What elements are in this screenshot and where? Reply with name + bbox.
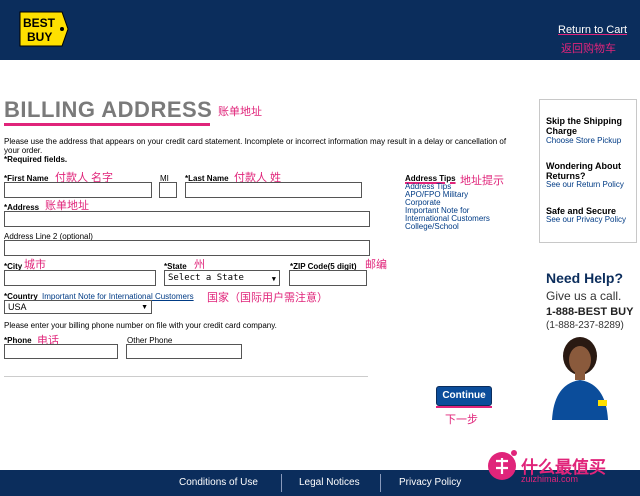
title-underline [4,123,210,126]
last-name-input[interactable] [185,182,362,198]
continue-underline [436,406,492,408]
phone-input[interactable] [4,344,118,359]
help-phone-digits: (1-888-237-8289) [546,320,624,331]
help-phone: 1-888-BEST BUY [546,306,634,318]
conditions-of-use-link[interactable]: Conditions of Use [179,477,258,488]
country-select[interactable]: USA ▼ [4,300,152,314]
zip-annotation: 邮编 [365,259,387,271]
tip-link-college[interactable]: College/School [405,222,459,231]
city-input[interactable] [4,270,156,286]
shipping-title-line1: Skip the Shipping [546,116,622,126]
address-input[interactable] [4,211,370,227]
country-annotation: 国家（国际用户需注意） [207,292,328,304]
footer-separator [281,474,282,492]
phone-note: Please enter your billing phone number o… [4,321,277,330]
need-help-subtitle: Give us a call. [546,289,622,303]
return-to-cart-annotation: 返回购物车 [561,43,616,55]
state-select-value: Select a State [168,273,244,283]
chevron-down-icon: ▼ [271,275,276,283]
need-help-title: Need Help? [546,270,624,286]
logo-text-buy: BUY [27,30,52,44]
address-line2-input[interactable] [4,240,370,256]
logo-text-best: BEST [23,16,56,30]
zip-input[interactable] [289,270,367,286]
continue-button[interactable]: Continue [436,386,492,406]
best-buy-logo[interactable]: BEST BUY [18,10,70,48]
form-divider [4,376,368,377]
support-agent-photo [548,336,612,420]
shipping-title-line2: Charge [546,126,578,136]
footer-separator [380,474,381,492]
intro-text: Please use the address that appears on y… [4,137,507,155]
watermark-url: zuizhimai.com [521,474,579,484]
page-title: BILLING ADDRESS [4,97,213,122]
privacy-policy-link[interactable]: See our Privacy Policy [546,215,636,224]
return-to-cart-link[interactable]: Return to Cart [558,24,627,36]
state-select[interactable]: Select a State ▼ [164,270,280,286]
watermark-logo-icon [488,450,517,480]
legal-notices-link[interactable]: Legal Notices [299,477,360,488]
top-header-bar [0,0,640,60]
chevron-down-icon: ▼ [141,304,148,311]
return-policy-link[interactable]: See our Return Policy [546,180,636,189]
address-tips-annotation: 地址提示 [460,175,504,187]
required-note: *Required fields. [4,155,68,164]
privacy-policy-footer-link[interactable]: Privacy Policy [399,477,461,488]
mi-input[interactable] [159,182,177,198]
store-pickup-link[interactable]: Choose Store Pickup [546,136,636,145]
country-select-value: USA [8,302,27,312]
first-name-input[interactable] [4,182,152,198]
returns-title-line1: Wondering About [546,161,621,171]
continue-annotation: 下一步 [445,414,478,426]
page-title-annotation: 账单地址 [218,106,262,118]
other-phone-input[interactable] [126,344,242,359]
